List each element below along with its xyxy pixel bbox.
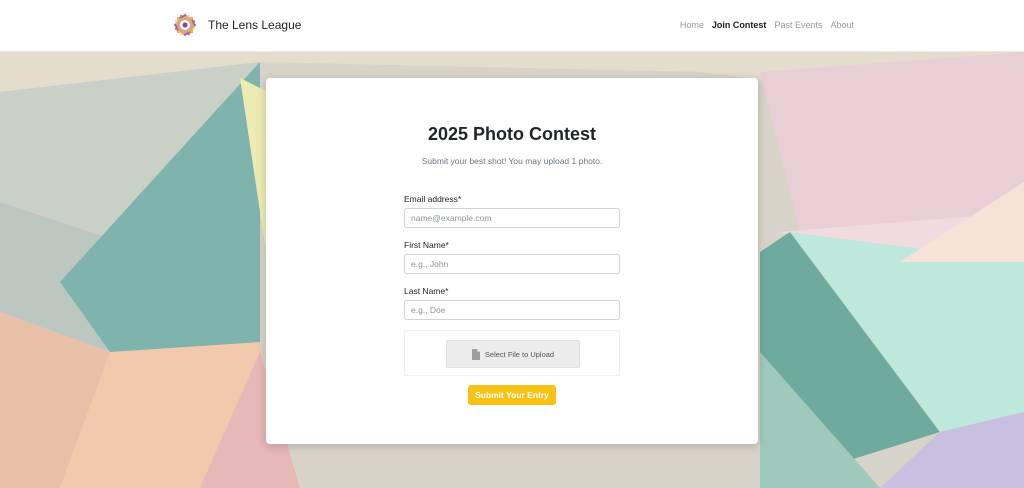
upload-dropzone[interactable]: Select File to Upload: [404, 330, 620, 376]
nav-past-events[interactable]: Past Events: [774, 20, 822, 30]
first-name-field[interactable]: [404, 254, 620, 274]
brand-name: The Lens League: [208, 18, 302, 32]
main-nav: Home Join Contest Past Events About: [680, 20, 854, 30]
contest-entry-card: 2025 Photo Contest Submit your best shot…: [266, 78, 758, 444]
email-field[interactable]: [404, 208, 620, 228]
last-name-field[interactable]: [404, 300, 620, 320]
page-subtitle: Submit your best shot! You may upload 1 …: [421, 156, 603, 166]
select-file-button[interactable]: Select File to Upload: [446, 340, 580, 368]
file-icon: [471, 348, 480, 360]
nav-about[interactable]: About: [830, 20, 854, 30]
top-navbar: The Lens League Home Join Contest Past E…: [0, 0, 1024, 52]
select-file-label: Select File to Upload: [484, 349, 555, 359]
email-label: Email address*: [404, 194, 462, 204]
first-name-label: First Name*: [404, 240, 449, 250]
starburst-logo-icon: [173, 13, 197, 37]
nav-join-contest[interactable]: Join Contest: [712, 20, 767, 30]
submit-entry-button[interactable]: Submit Your Entry: [468, 385, 556, 405]
nav-home[interactable]: Home: [680, 20, 704, 30]
page-title: 2025 Photo Contest: [427, 124, 597, 144]
last-name-label: Last Name*: [404, 286, 449, 296]
entry-form: Email address* First Name* Last Name* Se…: [404, 194, 620, 405]
brand-link[interactable]: The Lens League: [170, 10, 301, 40]
